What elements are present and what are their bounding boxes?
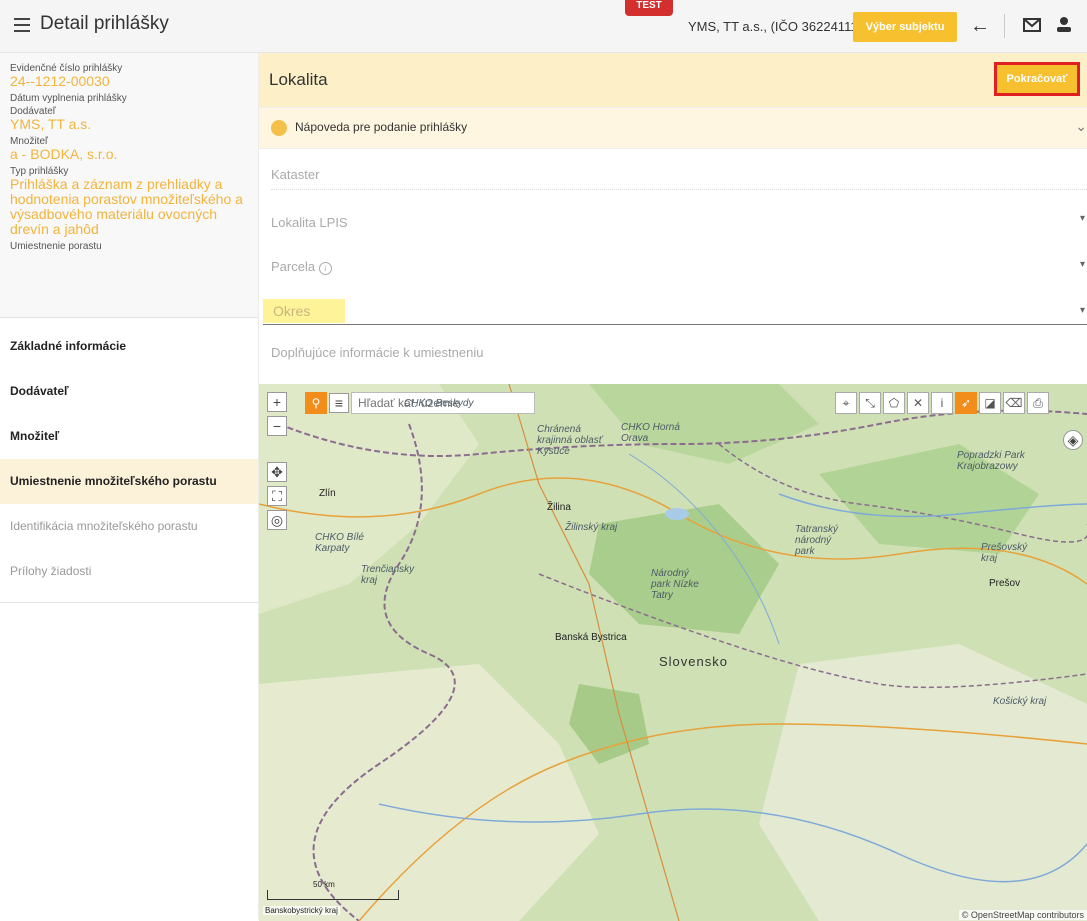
line-tool-icon[interactable]: ⤡ [859, 392, 881, 414]
sidebar-item-location[interactable]: Umiestnenie množiteľského porastu [0, 459, 258, 504]
menu-icon[interactable] [14, 18, 30, 32]
application-summary: Evidenčné číslo prihlášky 24--1212-00030… [0, 53, 258, 318]
lpis-label: Lokalita LPIS [271, 215, 348, 230]
additional-info-field[interactable]: Doplňujúce informácie k umiestneniu [259, 331, 1087, 375]
scale-bar [267, 890, 399, 900]
map-label: Prešovský kraj [981, 542, 1028, 564]
map-attribution[interactable]: © OpenStreetMap contributors [958, 910, 1087, 920]
print-icon[interactable]: ⎙ [1027, 392, 1049, 414]
fullscreen-icon[interactable]: ⛶ [267, 486, 287, 506]
map-search-button[interactable]: ⚲ [305, 392, 327, 414]
location-label: Umiestnenie porastu [10, 241, 102, 252]
section-title: Lokalita [269, 70, 328, 89]
parcela-label: Parcela i [271, 259, 332, 275]
map-label: Národný park Nízke Tatry [651, 568, 699, 601]
info-circle-icon[interactable]: i [318, 262, 332, 275]
subject-name: YMS, TT a.s., (IČO 36224111) [688, 19, 862, 34]
date-label: Dátum vyplnenia prihlášky [10, 93, 127, 104]
map-label: Žilinský kraj [565, 522, 618, 533]
divider [1004, 14, 1005, 38]
measure-area-icon[interactable]: ◪ [979, 392, 1001, 414]
map-label: Trenčiansky kraj [361, 564, 415, 586]
test-badge: TEST [625, 0, 673, 16]
map-label: CHKO Horná Orava [621, 422, 680, 444]
okres-select[interactable]: Okres ▾ [259, 291, 1087, 331]
sidebar-nav: Základné informácie Dodávateľ Množiteľ U… [0, 318, 258, 603]
mail-icon[interactable] [1020, 14, 1044, 38]
list-search-icon[interactable]: ≡ [329, 393, 349, 413]
zoom-out-button[interactable]: − [267, 416, 287, 436]
help-text: Nápoveda pre podanie prihlášky [295, 120, 468, 134]
kataster-label: Kataster [271, 167, 320, 182]
kataster-field[interactable]: Kataster [259, 149, 1087, 197]
info-tool-icon[interactable]: i [931, 392, 953, 414]
sidebar: Evidenčné číslo prihlášky 24--1212-00030… [0, 53, 259, 920]
chevron-down-icon[interactable]: ▾ [1080, 305, 1085, 316]
map-city: Žilina [547, 502, 571, 513]
back-arrow-icon[interactable]: ← [968, 14, 992, 38]
region-label: Banskobystrický kraj [263, 906, 340, 915]
chevron-down-icon[interactable]: ▾ [1080, 213, 1085, 224]
type-value: Prihláška a záznam z prehliadky a hodnot… [10, 176, 243, 237]
map-label: Tatranský národný park [795, 524, 838, 557]
clear-tool-icon[interactable]: ✕ [907, 392, 929, 414]
section-header: Lokalita Pokračovať [259, 53, 1087, 108]
map-city: Prešov [989, 578, 1021, 589]
map-city: Banská Bystrica [555, 632, 627, 643]
main-content: Lokalita Pokračovať Nápoveda pre podanie… [259, 53, 1087, 921]
lpis-field[interactable]: Lokalita LPIS ▾ [259, 197, 1087, 247]
top-bar: Detail prihlášky TEST YMS, TT a.s., (IČO… [0, 0, 1087, 53]
user-icon[interactable] [1052, 14, 1076, 38]
map-label: CHKO Bílé Karpaty [315, 532, 364, 554]
marker-tool-icon[interactable]: ⌖ [835, 392, 857, 414]
map-label: CHKO Beskydy [404, 398, 474, 409]
continue-button[interactable]: Pokračovať [994, 62, 1080, 96]
scale-label: 50 km [313, 880, 335, 889]
polygon-tool-icon[interactable]: ⬠ [883, 392, 905, 414]
map-label: Košický kraj [993, 696, 1047, 707]
sidebar-item-basic-info[interactable]: Základné informácie [0, 324, 258, 369]
supplier-value: YMS, TT a.s. [10, 116, 92, 132]
layers-icon[interactable]: ◈ [1063, 430, 1083, 450]
sidebar-item-supplier[interactable]: Dodávateľ [0, 369, 258, 414]
zoom-in-button[interactable]: + [267, 392, 287, 412]
propagator-value: a - BODKA, s.r.o. [10, 146, 118, 162]
page-title: Detail prihlášky [40, 13, 169, 34]
map-view[interactable]: + − ⚲ ≡ ✥ ⛶ ◎ ⌖ ⤡ ⬠ ✕ i ➶ ◪ ⌫ ⎙ ◈ CHKO B… [259, 384, 1087, 921]
parcela-label-text: Parcela [271, 259, 316, 274]
map-label: Popradzki Park Krajobrazowy [957, 450, 1025, 472]
map-country-label: Slovensko [659, 654, 728, 669]
field-underline [271, 189, 1087, 190]
select-underline [263, 324, 1087, 325]
pan-icon[interactable]: ✥ [267, 462, 287, 482]
sidebar-item-attachments[interactable]: Prílohy žiadosti [0, 549, 258, 594]
select-tool-icon[interactable]: ➶ [955, 392, 977, 414]
chevron-down-icon[interactable]: ⌄ [1075, 118, 1087, 135]
select-subject-button[interactable]: Výber subjektu [853, 12, 957, 42]
chevron-down-icon[interactable]: ▾ [1080, 259, 1085, 270]
help-panel[interactable]: Nápoveda pre podanie prihlášky ⌄ [259, 108, 1087, 149]
sidebar-item-propagator[interactable]: Množiteľ [0, 414, 258, 459]
info-icon [271, 120, 287, 136]
map-city: Zlín [319, 488, 336, 499]
erase-tool-icon[interactable]: ⌫ [1003, 392, 1025, 414]
locate-icon[interactable]: ◎ [267, 510, 287, 530]
sidebar-item-identification[interactable]: Identifikácia množiteľského porastu [0, 504, 258, 549]
app-number: 24--1212-00030 [10, 73, 110, 89]
additional-info-label: Doplňujúce informácie k umiestneniu [271, 345, 484, 360]
okres-label: Okres [273, 303, 311, 319]
map-label: Chránená krajinná oblasť Kysuce [537, 424, 603, 457]
parcela-field[interactable]: Parcela i ▾ [259, 247, 1087, 291]
